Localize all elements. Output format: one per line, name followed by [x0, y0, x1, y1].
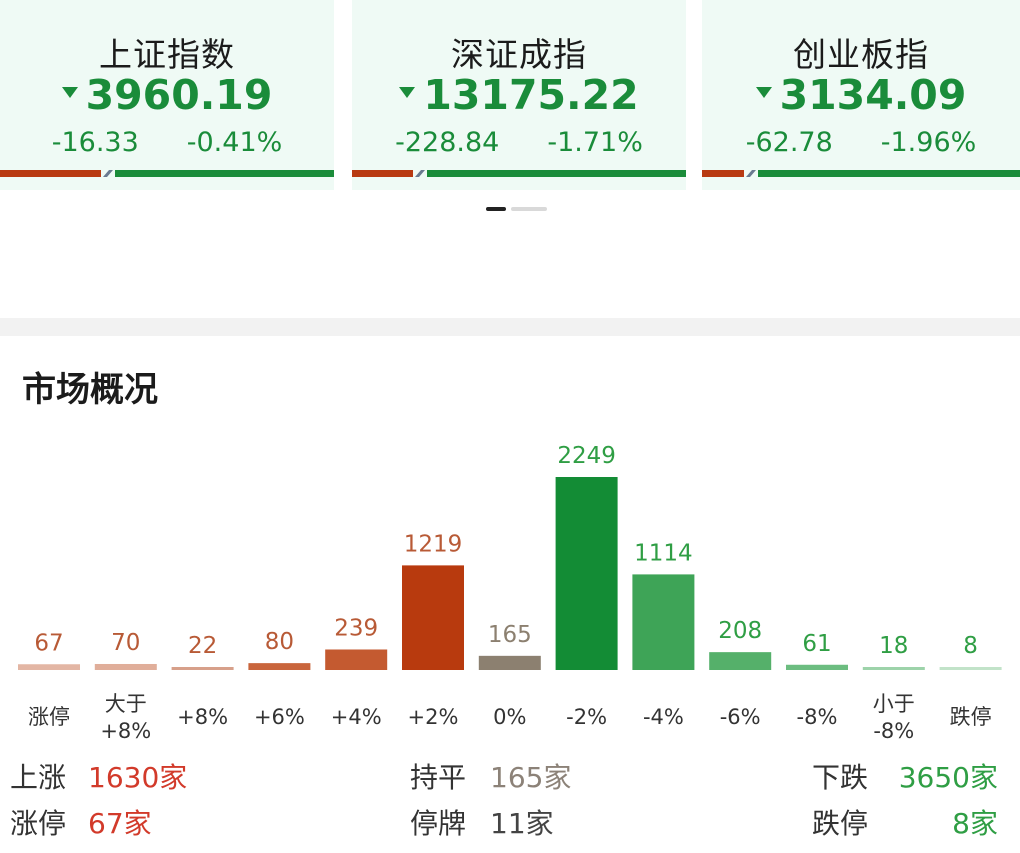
down-ratio-segment	[115, 170, 334, 177]
down-arrow-icon	[399, 86, 416, 98]
index-card-shanghai[interactable]: 上证指数 3960.19 -16.33 -0.41%	[0, 0, 334, 190]
limit-down-label: 跌停	[812, 807, 869, 840]
up-ratio-segment	[352, 170, 413, 177]
summary-row-2: 涨停 67家 停牌 11家 跌停 8家	[0, 802, 1020, 842]
index-change-pct: -0.41%	[186, 127, 283, 158]
bar-value-label: 70	[111, 630, 140, 656]
bar[interactable]	[632, 574, 695, 670]
category-label: +6%	[254, 705, 305, 729]
bar[interactable]	[171, 667, 234, 670]
bar-value-label: 61	[802, 631, 831, 657]
bar[interactable]	[325, 649, 388, 670]
category-label: +2%	[408, 705, 459, 729]
up-down-ratio-bar	[702, 170, 1020, 177]
up-ratio-segment	[702, 170, 744, 177]
bar[interactable]	[555, 477, 618, 670]
carousel-pager[interactable]	[486, 207, 547, 211]
index-card-chinext[interactable]: 创业板指 3134.09 -62.78 -1.96%	[702, 0, 1020, 190]
category-label: -8%	[797, 705, 838, 729]
market-distribution-chart: 67 涨停 70 大于 +8% 22 +8% 80 +6% 239 +4% 1219 +2% 165 0% 2…	[18, 443, 1002, 743]
summary-row-1: 上涨 1630家 持平 165家 下跌 3650家	[0, 756, 1020, 796]
up-count-label: 上涨	[10, 761, 67, 794]
section-title: 市场概况	[22, 370, 158, 410]
index-change: -16.33	[51, 127, 139, 158]
down-ratio-segment	[758, 170, 1020, 177]
index-change: -228.84	[395, 127, 500, 158]
bar[interactable]	[939, 667, 1002, 670]
flat-count-label: 持平	[410, 761, 467, 794]
bar-value-label: 1114	[634, 540, 693, 566]
index-change-pct: -1.71%	[547, 127, 643, 158]
bar[interactable]	[94, 663, 157, 670]
pager-dot[interactable]	[511, 207, 547, 211]
bar[interactable]	[402, 565, 464, 670]
index-value: 3134.09	[779, 71, 967, 119]
category-label: 小于	[873, 692, 915, 716]
bar-value-label: 165	[488, 622, 532, 648]
bar-value-label: 8	[963, 633, 978, 659]
up-down-ratio-bar	[0, 170, 334, 177]
bar-value-label: 22	[188, 633, 217, 659]
bar[interactable]	[709, 652, 772, 670]
bar-value-label: 208	[718, 618, 762, 644]
index-card-shenzhen[interactable]: 深证成指 13175.22 -228.84 -1.71%	[352, 0, 686, 190]
bar[interactable]	[18, 664, 80, 670]
category-label: 0%	[493, 705, 526, 729]
section-divider	[0, 318, 1020, 336]
flat-ratio-segment	[746, 170, 756, 177]
category-label: +4%	[331, 705, 382, 729]
index-name: 深证成指	[451, 35, 587, 74]
bar[interactable]	[248, 663, 311, 670]
bar-value-label: 2249	[557, 443, 616, 469]
up-count-value: 1630家	[88, 761, 188, 794]
bar-value-label: 80	[265, 629, 294, 655]
category-label: -4%	[643, 705, 684, 729]
category-label: +8%	[100, 719, 151, 743]
flat-ratio-segment	[103, 170, 113, 177]
index-change-pct: -1.96%	[880, 127, 977, 158]
flat-count-value: 165家	[490, 761, 572, 794]
bar[interactable]	[862, 667, 925, 670]
pager-dot-active[interactable]	[486, 207, 506, 211]
category-label: -6%	[720, 705, 761, 729]
down-count-label: 下跌	[812, 761, 869, 794]
category-label: 涨停	[28, 705, 70, 729]
limit-up-label: 涨停	[10, 807, 67, 840]
halt-label: 停牌	[410, 807, 467, 840]
index-change: -62.78	[745, 127, 833, 158]
limit-up-value: 67家	[88, 807, 152, 840]
category-label: 大于	[105, 692, 147, 716]
down-ratio-segment	[427, 170, 686, 177]
bar-value-label: 18	[879, 633, 908, 659]
index-cards: 上证指数 3960.19 -16.33 -0.41% 深证成指 13175.22…	[0, 0, 1020, 190]
bar[interactable]	[478, 655, 541, 670]
index-value: 13175.22	[423, 71, 639, 119]
category-label: 跌停	[950, 705, 992, 729]
bar-value-label: 1219	[404, 531, 463, 557]
bar-value-label: 67	[34, 630, 63, 656]
index-value: 3960.19	[85, 71, 273, 119]
bar[interactable]	[786, 664, 848, 670]
index-name: 创业板指	[793, 35, 929, 74]
down-arrow-icon	[61, 86, 78, 98]
limit-down-value: 8家	[952, 807, 998, 840]
bar-value-label: 239	[334, 615, 378, 641]
category-label: -2%	[566, 705, 607, 729]
index-name: 上证指数	[99, 35, 235, 74]
up-down-ratio-bar	[352, 170, 686, 177]
category-label: -8%	[873, 719, 914, 743]
flat-ratio-segment	[415, 170, 425, 177]
halt-value: 11家	[490, 807, 554, 840]
up-ratio-segment	[0, 170, 101, 177]
down-arrow-icon	[755, 86, 772, 98]
category-label: +8%	[177, 705, 228, 729]
down-count-value: 3650家	[898, 761, 998, 794]
